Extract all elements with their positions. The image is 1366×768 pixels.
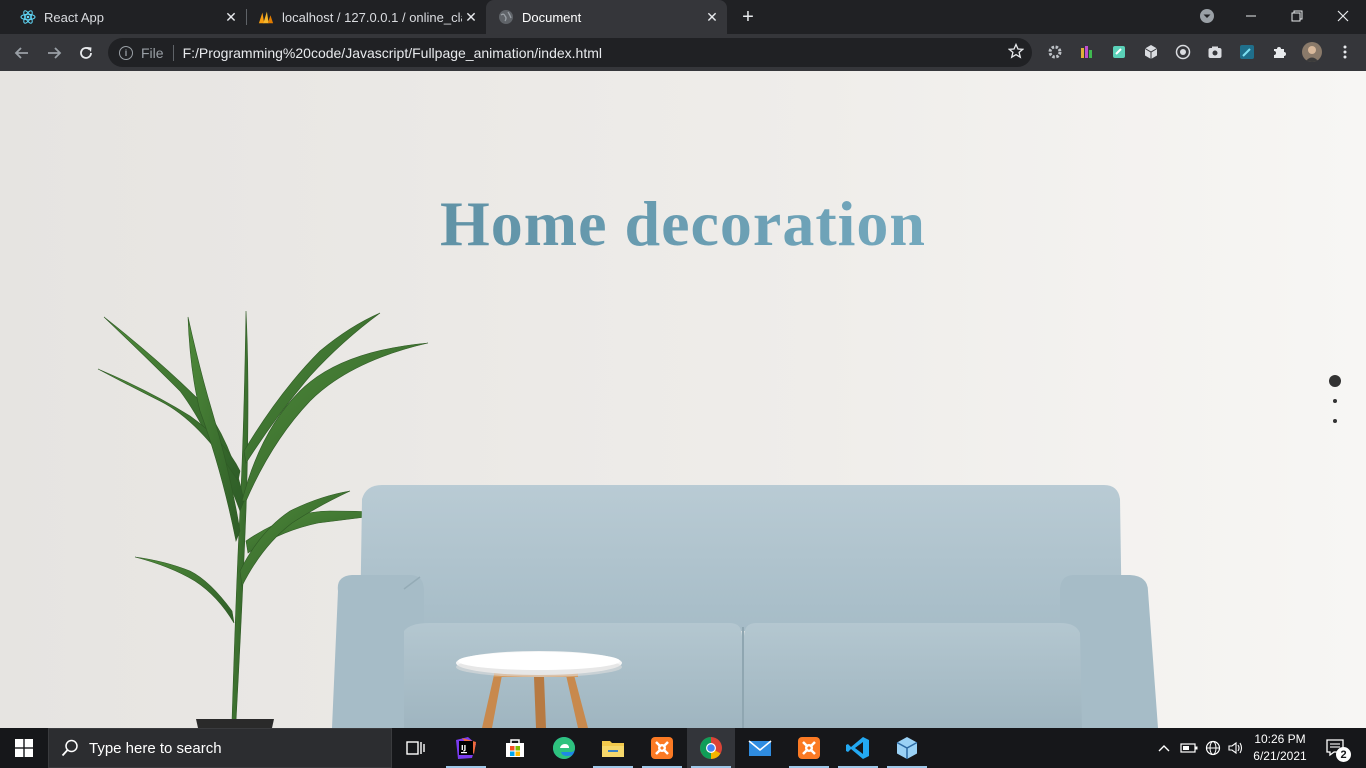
virtualbox-icon[interactable] (883, 728, 931, 768)
hero-title: Home decoration (0, 187, 1366, 261)
url-text[interactable]: F:/Programming%20code/Javascript/Fullpag… (183, 45, 602, 61)
xampp-icon[interactable] (638, 728, 686, 768)
tab-document[interactable]: Document ✕ (486, 0, 727, 34)
section-dot[interactable] (1333, 399, 1337, 403)
extension-camera-icon[interactable] (1206, 43, 1224, 61)
tab-strip: React App ✕ localhost / 127.0.0.1 / onli… (0, 0, 1366, 34)
tab-title: React App (44, 9, 104, 25)
intellij-icon[interactable]: IJ (442, 728, 490, 768)
task-view-icon[interactable] (392, 728, 440, 768)
minimize-icon[interactable] (1228, 0, 1274, 32)
edge-icon[interactable] (540, 728, 588, 768)
address-bar[interactable]: i File F:/Programming%20code/Javascript/… (108, 38, 1032, 67)
windows-taskbar: Type here to search IJ 10:26 PM 6/21/202… (0, 728, 1366, 768)
search-placeholder: Type here to search (89, 739, 222, 757)
clock-date: 6/21/2021 (1253, 749, 1307, 763)
file-explorer-icon[interactable] (589, 728, 637, 768)
react-icon (20, 9, 36, 25)
volume-icon[interactable] (1226, 728, 1246, 768)
xampp-icon[interactable] (785, 728, 833, 768)
extensions-puzzle-icon[interactable] (1270, 43, 1288, 61)
phpmyadmin-icon (258, 9, 274, 25)
notifications-icon[interactable]: 2 (1318, 728, 1354, 768)
restore-icon[interactable] (1274, 0, 1320, 32)
tab-react-app[interactable]: React App ✕ (0, 0, 246, 34)
search-icon (61, 739, 79, 757)
extension-cube-icon[interactable] (1142, 43, 1160, 61)
windows-start-icon[interactable] (0, 728, 48, 768)
tab-search-icon[interactable] (1184, 0, 1230, 32)
reload-icon[interactable] (72, 39, 100, 67)
section-dot[interactable] (1333, 419, 1337, 423)
tray-chevron-up-icon[interactable] (1154, 728, 1174, 768)
close-tab-icon[interactable]: ✕ (462, 8, 480, 26)
divider (172, 44, 174, 61)
vscode-icon[interactable] (834, 728, 882, 768)
site-info-icon[interactable]: i (119, 45, 133, 60)
back-icon[interactable] (8, 39, 36, 67)
battery-icon[interactable] (1178, 728, 1200, 768)
sofa-illustration (332, 485, 1158, 728)
extension-target-icon[interactable] (1174, 43, 1192, 61)
globe-icon (498, 9, 514, 25)
tab-title: Document (522, 9, 582, 25)
extension-pen-icon[interactable] (1238, 43, 1256, 61)
extension-clipboard-icon[interactable] (1110, 43, 1128, 61)
close-window-icon[interactable] (1320, 0, 1366, 32)
close-tab-icon[interactable]: ✕ (703, 8, 721, 26)
section-dot-active[interactable] (1329, 375, 1341, 387)
extension-colorbars-icon[interactable] (1078, 43, 1096, 61)
plant-pot (196, 719, 274, 728)
clock-time: 10:26 PM (1254, 732, 1306, 746)
notification-count-badge: 2 (1336, 747, 1351, 762)
taskbar-clock[interactable]: 10:26 PM 6/21/2021 (1247, 731, 1313, 765)
hero-background-illustration (0, 71, 1366, 728)
security-label: File (141, 44, 164, 61)
forward-icon[interactable] (40, 39, 68, 67)
svg-text:IJ: IJ (461, 744, 466, 752)
taskbar-search-box[interactable]: Type here to search (48, 728, 392, 768)
page-viewport: Home decoration (0, 71, 1366, 728)
menu-kebab-icon[interactable] (1336, 43, 1354, 61)
microsoft-store-icon[interactable] (491, 728, 539, 768)
extension-gear-icon[interactable] (1046, 43, 1064, 61)
tab-title: localhost / 127.0.0.1 / online_clas (282, 9, 462, 25)
browser-toolbar: i File F:/Programming%20code/Javascript/… (0, 34, 1366, 71)
network-globe-icon[interactable] (1202, 728, 1224, 768)
mail-icon[interactable] (736, 728, 784, 768)
bookmark-star-icon[interactable] (1007, 42, 1025, 64)
profile-avatar[interactable] (1302, 42, 1322, 62)
chrome-icon[interactable] (687, 728, 735, 768)
tab-phpmyadmin[interactable]: localhost / 127.0.0.1 / online_clas ✕ (238, 0, 486, 34)
new-tab-icon[interactable]: + (737, 6, 759, 28)
